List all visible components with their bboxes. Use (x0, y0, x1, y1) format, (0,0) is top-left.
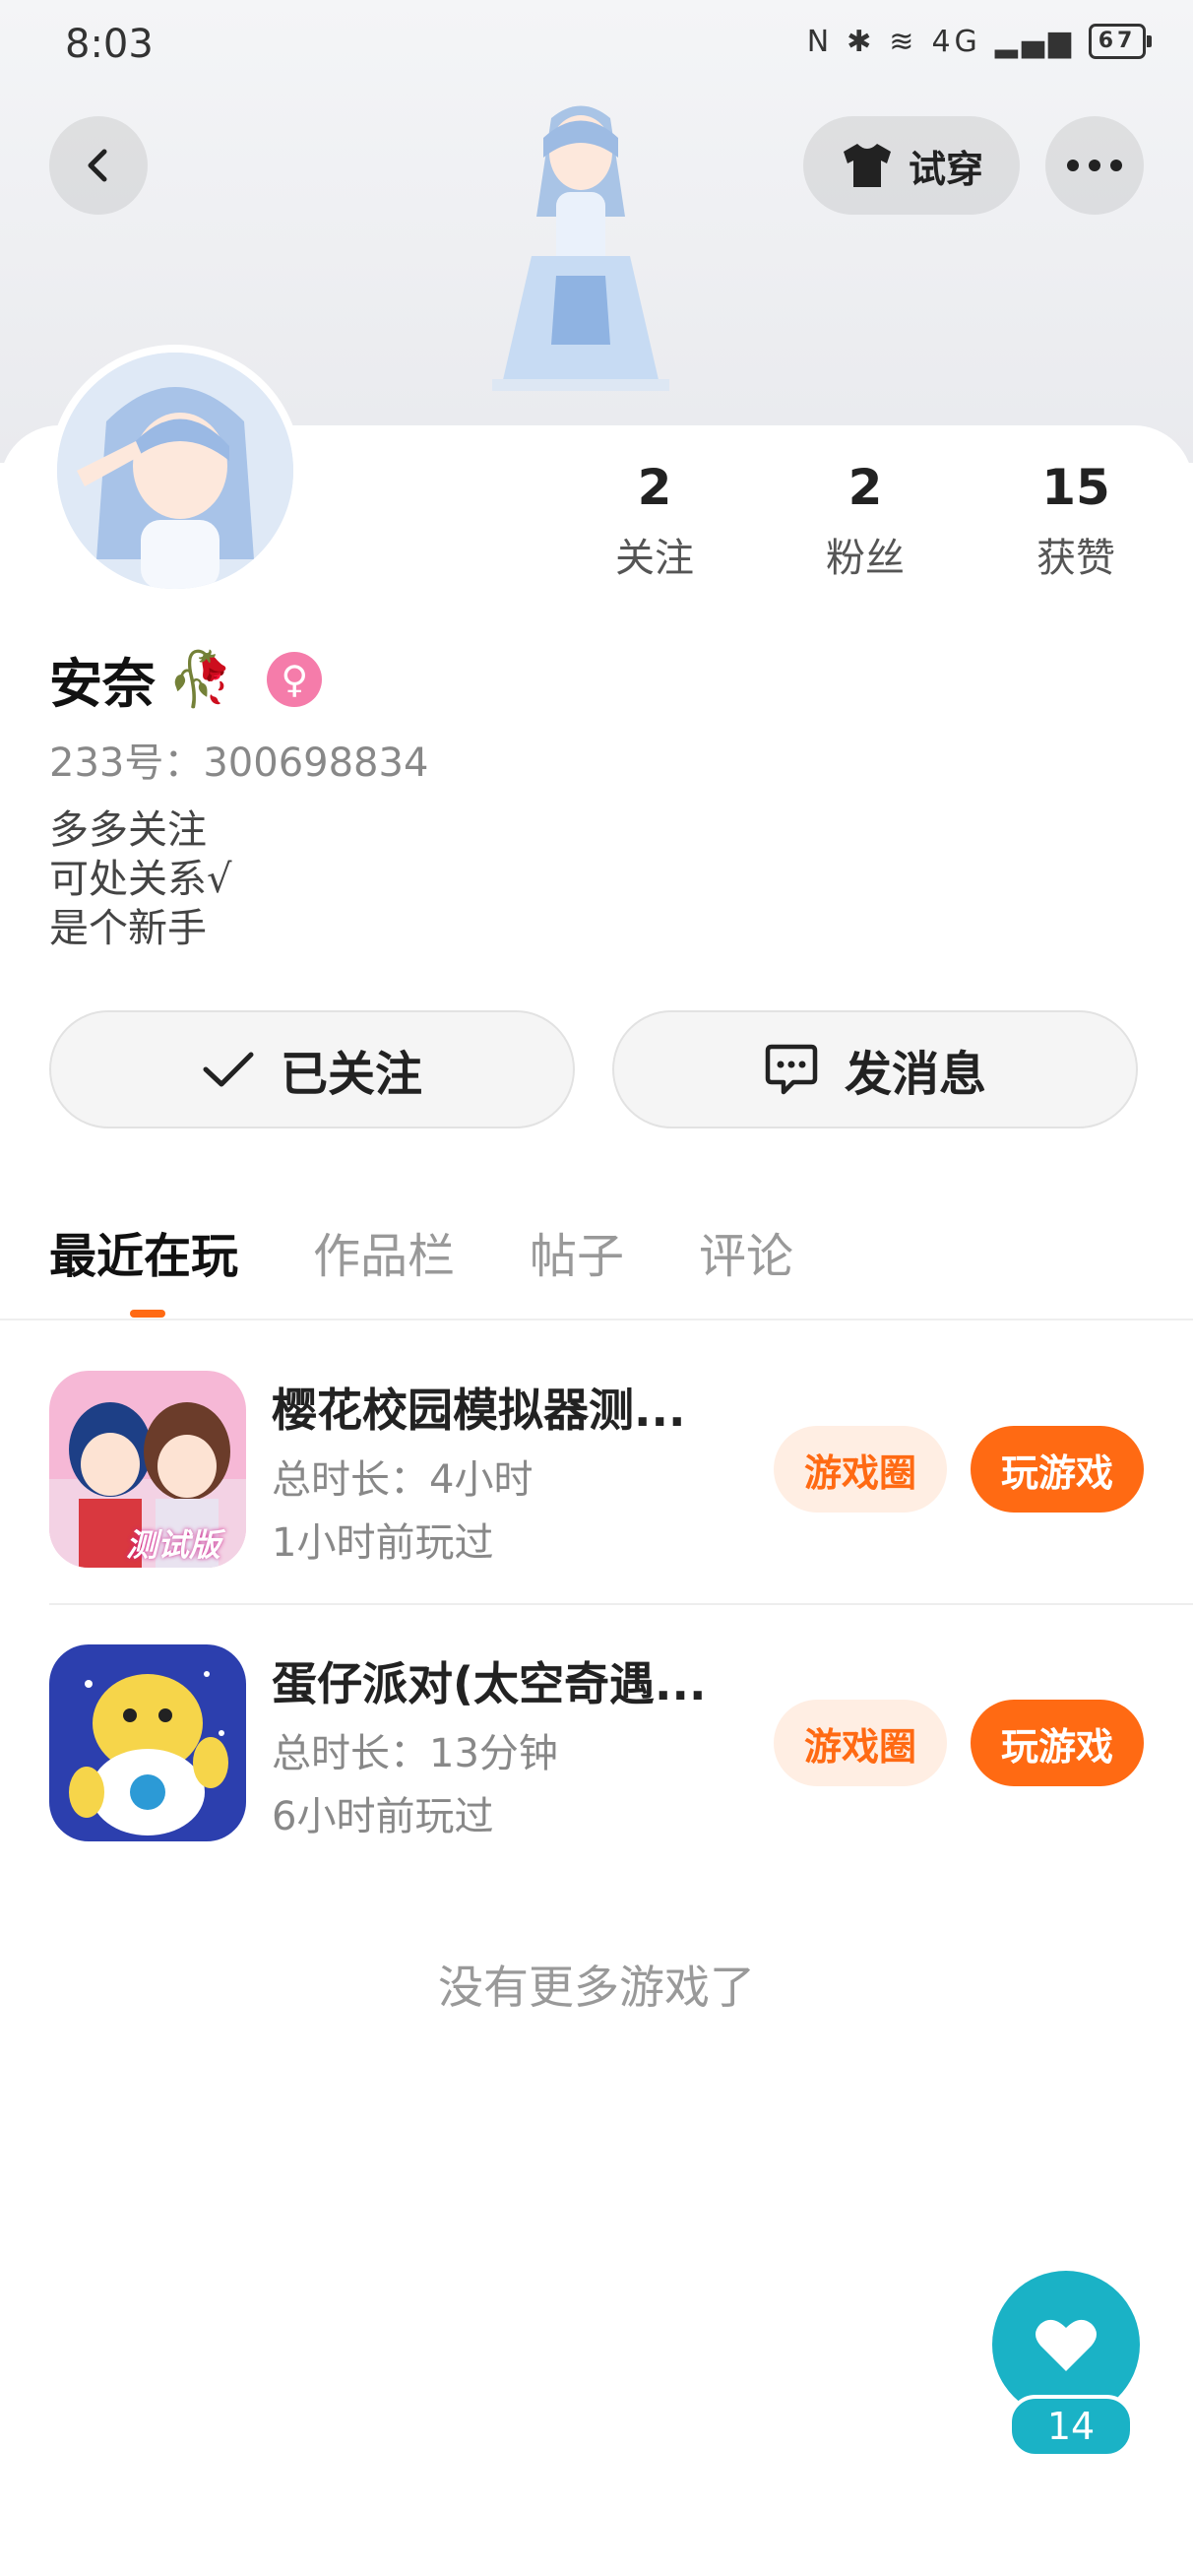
tab-recently-played[interactable]: 最近在玩 (49, 1217, 238, 1286)
chat-bubble-icon (765, 1044, 818, 1095)
stat-followers[interactable]: 2 粉丝 (782, 453, 949, 583)
avatar-image (57, 353, 293, 589)
tshirt-icon (843, 144, 891, 187)
play-game-button[interactable]: 玩游戏 (971, 1700, 1144, 1786)
send-message-button[interactable]: 发消息 (612, 1010, 1138, 1128)
heart-icon (1036, 2319, 1097, 2371)
bio-line: 是个新手 (49, 906, 207, 951)
tab-posts[interactable]: 帖子 (530, 1217, 624, 1286)
test-version-badge: 测试版 (126, 1526, 221, 1564)
try-on-button[interactable]: 试穿 (803, 116, 1020, 215)
battery-icon: 67 (1089, 24, 1152, 59)
game-last-played: 6小时前玩过 (272, 1794, 494, 1839)
checkmark-icon (203, 1052, 254, 1087)
like-count: 14 (1008, 2395, 1134, 2458)
stat-likes-label: 获赞 (1036, 536, 1115, 581)
more-options-button[interactable] (1045, 116, 1144, 215)
tab-works[interactable]: 作品栏 (313, 1217, 455, 1286)
game-name: 樱花校园模拟器测... (272, 1384, 686, 1437)
eggy-party-art (49, 1644, 246, 1841)
profile-name: 安奈 (49, 653, 156, 715)
tab-comments[interactable]: 评论 (699, 1217, 793, 1286)
list-end-text: 没有更多游戏了 (438, 1961, 755, 2014)
try-on-label: 试穿 (908, 147, 983, 191)
game-duration: 总时长：4小时 (272, 1457, 534, 1503)
game-last-played: 1小时前玩过 (272, 1520, 494, 1566)
game-list-item[interactable]: 蛋仔派对(太空奇遇... 总时长：13分钟 6小时前玩过 游戏圈 玩游戏 (49, 1644, 1193, 1841)
wifi-icon: ≋ (889, 24, 918, 59)
status-time: 8:03 (65, 22, 154, 67)
stat-following-value: 2 (637, 459, 672, 516)
back-button[interactable] (49, 116, 148, 215)
stat-likes-value: 15 (1041, 459, 1110, 516)
game-duration: 总时长：13分钟 (272, 1731, 558, 1776)
profile-bio: 多多关注 可处关系√ 是个新手 (49, 805, 232, 953)
character-figure (492, 105, 669, 391)
bio-line: 多多关注 (49, 807, 207, 853)
game-circle-button[interactable]: 游戏圈 (774, 1426, 947, 1513)
game-circle-button[interactable]: 游戏圈 (774, 1700, 947, 1786)
stat-followers-value: 2 (848, 459, 883, 516)
gender-female-icon: ♀ (267, 651, 323, 707)
followed-label: 已关注 (280, 1047, 422, 1102)
game-icon-eggy-party (49, 1644, 246, 1841)
more-dots-icon (1067, 160, 1122, 171)
stat-following-label: 关注 (615, 536, 694, 581)
stat-following[interactable]: 2 关注 (571, 453, 738, 583)
profile-name-row: 安奈 🥀 ♀ (49, 640, 323, 718)
active-tab-indicator (130, 1310, 165, 1318)
user-id: 233号：300698834 (49, 741, 429, 786)
nfc-icon: N (806, 24, 834, 59)
avatar[interactable] (49, 345, 301, 597)
profile-tabs: 最近在玩 作品栏 帖子 评论 (49, 1217, 793, 1286)
signal-label: 4G (931, 24, 981, 59)
signal-icon: ▂▄▆ (994, 24, 1075, 59)
stat-followers-label: 粉丝 (826, 536, 905, 581)
status-icons: N ✱ ≋ 4G ▂▄▆ 67 (806, 24, 1152, 59)
send-message-label: 发消息 (844, 1047, 986, 1102)
stat-likes[interactable]: 15 获赞 (992, 453, 1160, 583)
chevron-left-icon (88, 149, 107, 182)
followed-button[interactable]: 已关注 (49, 1010, 575, 1128)
game-name: 蛋仔派对(太空奇遇... (272, 1657, 707, 1710)
play-game-button[interactable]: 玩游戏 (971, 1426, 1144, 1513)
wilted-rose-icon: 🥀 (167, 647, 234, 710)
game-icon-sakura-school: 测试版 (49, 1371, 246, 1568)
tabs-divider (0, 1319, 1193, 1320)
game-list-item[interactable]: 测试版 樱花校园模拟器测... 总时长：4小时 1小时前玩过 游戏圈 玩游戏 (49, 1371, 1193, 1568)
bluetooth-icon: ✱ (847, 24, 876, 59)
bio-line: 可处关系√ (49, 857, 232, 902)
list-divider (49, 1603, 1193, 1605)
